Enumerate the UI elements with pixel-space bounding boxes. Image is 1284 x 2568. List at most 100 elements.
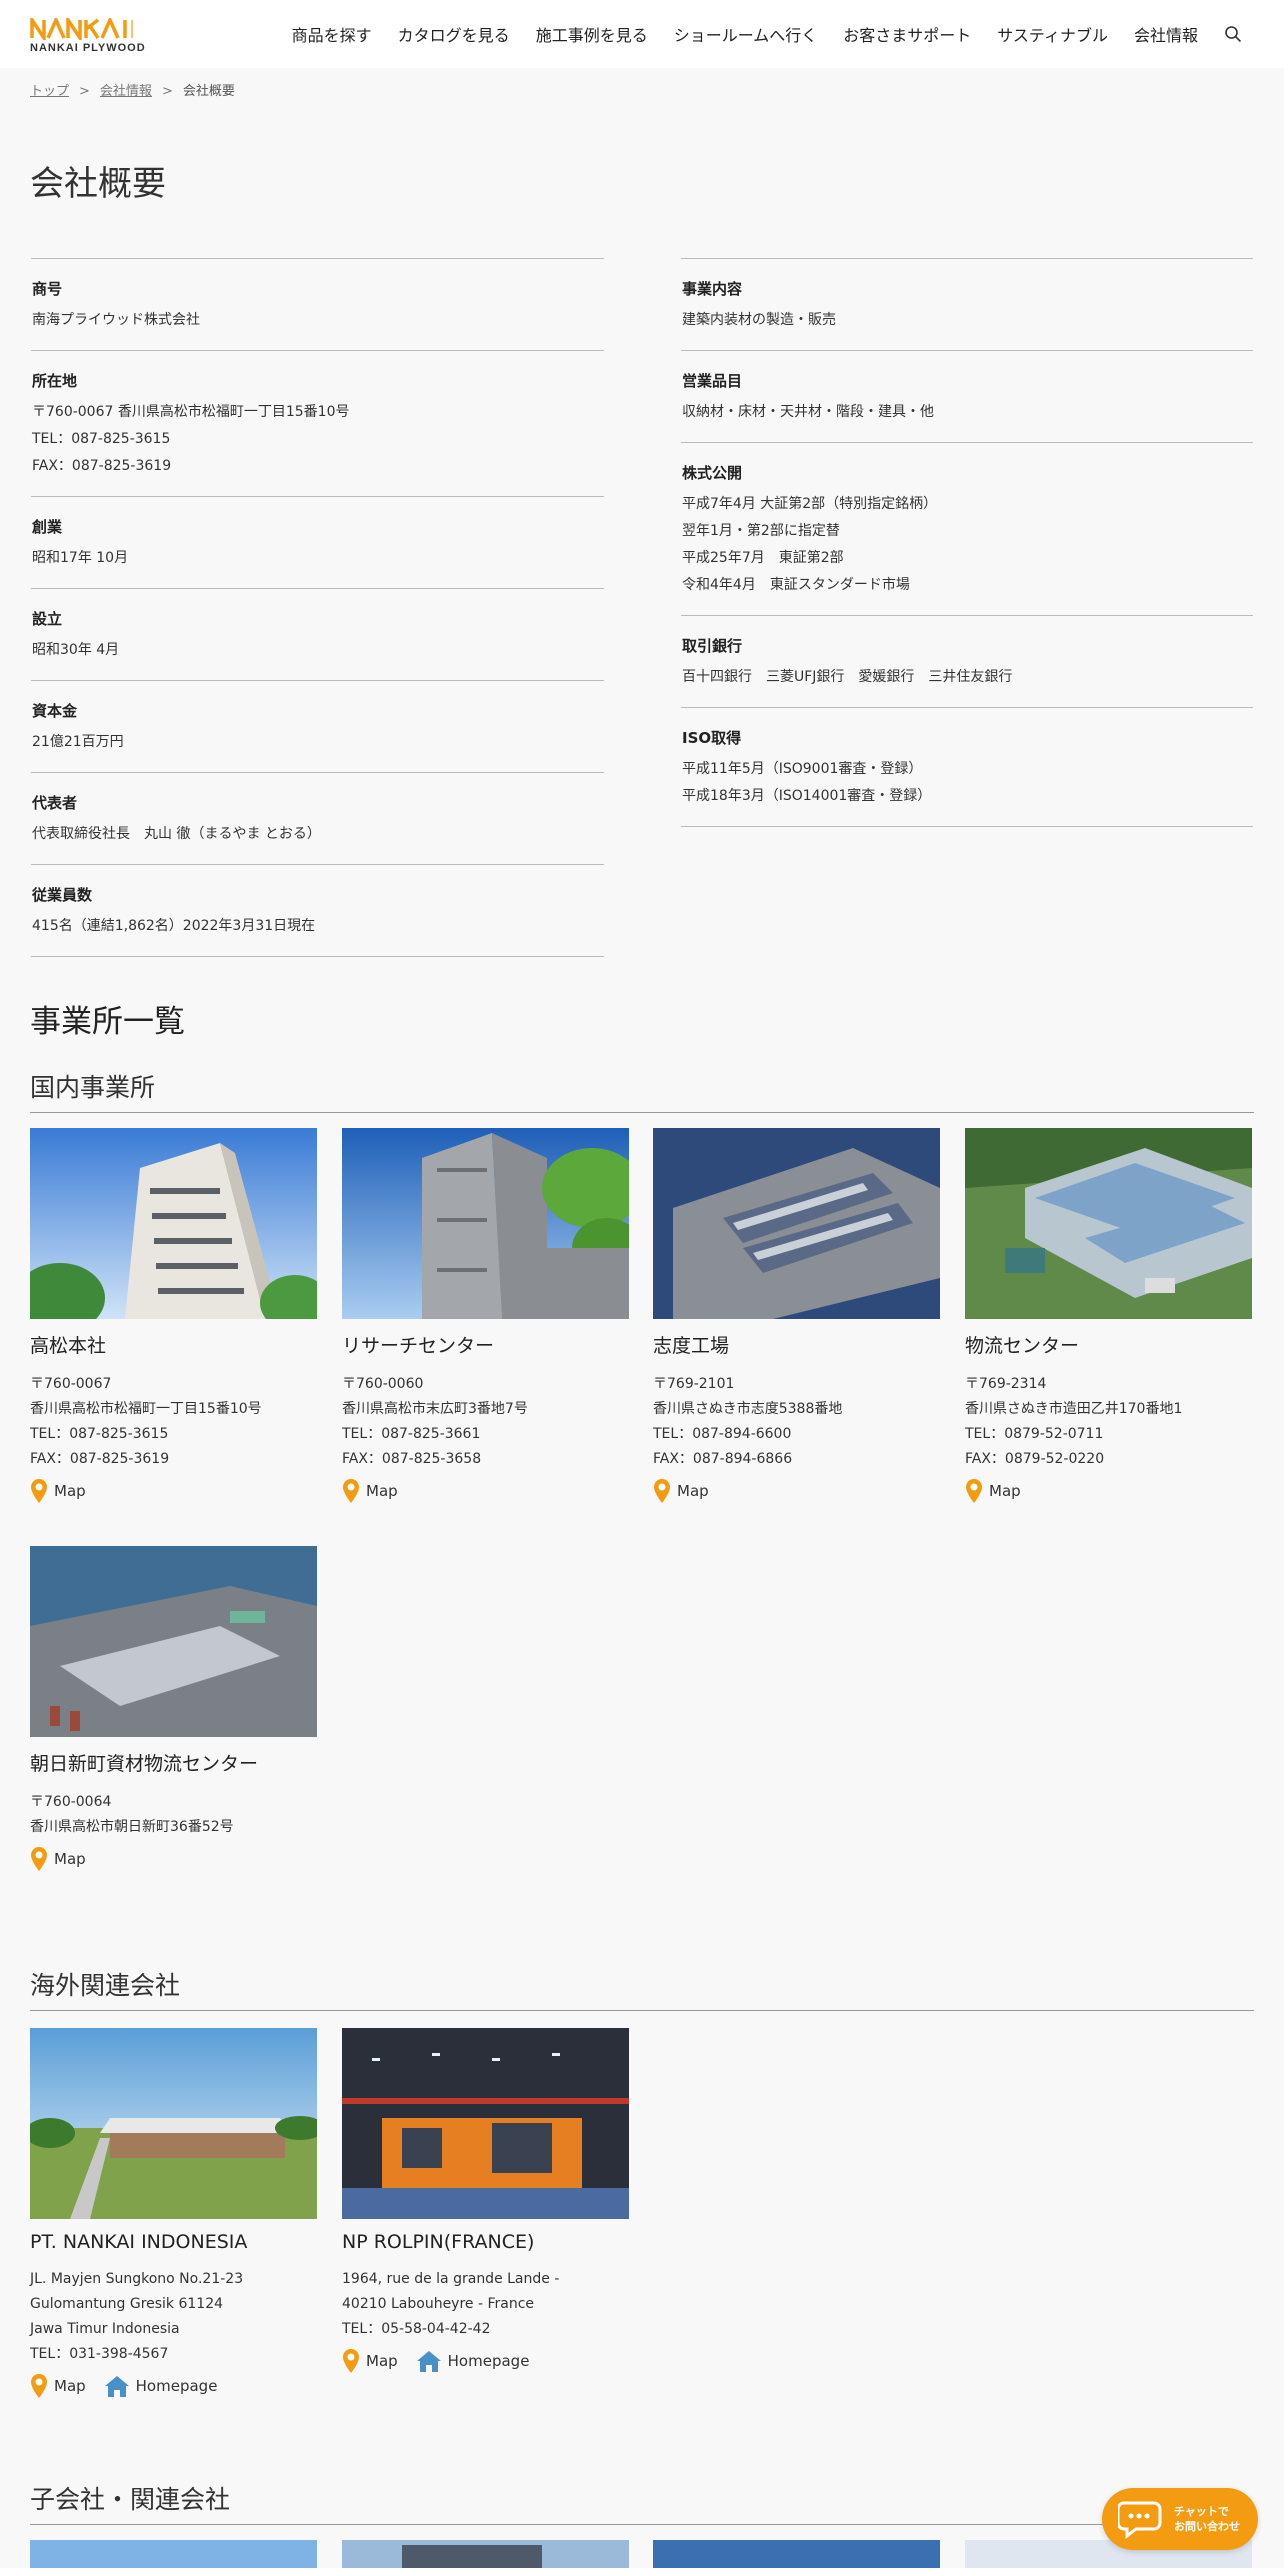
overseas-photo [342, 2028, 629, 2219]
logo-mark [30, 14, 133, 44]
search-icon[interactable] [1224, 25, 1242, 43]
subsidiaries-title: 子会社・関連会社 [30, 2480, 1254, 2525]
office-card: 高松本社 〒760-0067 香川県高松市松福町一丁目15番10号 TEL：08… [30, 1128, 317, 1504]
chat-button[interactable]: チャットで お問い合わせ [1102, 2488, 1258, 2550]
info-label: 営業品目 [682, 372, 743, 390]
office-address: 香川県さぬき市造田乙井170番地1 [965, 1401, 1183, 1417]
info-value: 翌年1月・第2部に指定替 [682, 523, 840, 539]
overseas-address: Jawa Timur Indonesia [30, 2321, 180, 2337]
info-label: 設立 [32, 610, 63, 628]
info-row-listing: 株式公開 平成7年4月 大証第2部（特別指定銘柄） 翌年1月・第2部に指定替 平… [681, 442, 1253, 615]
office-name: 物流センター [965, 1335, 1080, 1357]
map-link[interactable]: Map [30, 1478, 86, 1504]
homepage-link[interactable]: Homepage [104, 2374, 218, 2398]
info-value: 平成11年5月（ISO9001審査・登録） [682, 761, 923, 777]
info-value: 昭和30年 4月 [32, 642, 120, 658]
overseas-name: PT. NANKAI INDONESIA [30, 2231, 248, 2253]
overseas-card: PT. NANKAI INDONESIA JL. Mayjen Sungkono… [30, 2028, 317, 2399]
breadcrumb-top[interactable]: トップ [30, 84, 69, 99]
offices-title: 事業所一覧 [30, 1004, 185, 1040]
map-pin-icon [654, 1479, 670, 1503]
map-link[interactable]: Map [30, 2373, 86, 2399]
nav-showroom[interactable]: ショールームへ行く [674, 22, 818, 46]
office-address: 香川県高松市末広町3番地7号 [342, 1401, 528, 1417]
nav-company[interactable]: 会社情報 [1134, 22, 1198, 46]
map-label: Map [677, 1482, 709, 1500]
chat-icon [1118, 2501, 1162, 2539]
info-value: 建築内装材の製造・販売 [682, 312, 836, 328]
office-photo [30, 1128, 317, 1319]
office-photo [653, 1128, 940, 1319]
nav-catalog[interactable]: カタログを見る [398, 22, 510, 46]
card-links: Map Homepage [342, 2348, 629, 2374]
nav-cases[interactable]: 施工事例を見る [536, 22, 648, 46]
info-row-banks: 取引銀行 百十四銀行 三菱UFJ銀行 愛媛銀行 三井住友銀行 [681, 615, 1253, 707]
info-value: 代表取締役社長 丸山 徹（まるやま とおる） [32, 826, 321, 842]
map-pin-icon [31, 1847, 47, 1871]
info-value: 昭和17年 10月 [32, 550, 129, 566]
info-row-iso: ISO取得 平成11年5月（ISO9001審査・登録） 平成18年3月（ISO1… [681, 707, 1253, 827]
info-row-capital: 資本金 21億21百万円 [31, 680, 604, 772]
info-row-established: 設立 昭和30年 4月 [31, 588, 604, 680]
info-row-products: 営業品目 収納材・床材・天井材・階段・建具・他 [681, 350, 1253, 442]
overseas-tel: TEL：05-58-04-42-42 [342, 2321, 491, 2337]
office-card: 物流センター 〒769-2314 香川県さぬき市造田乙井170番地1 TEL：0… [965, 1128, 1252, 1504]
global-nav: 商品を探す カタログを見る 施工事例を見る ショールームへ行く お客さまサポート… [266, 0, 1242, 68]
info-label: 資本金 [32, 702, 78, 720]
chat-label: チャットで お問い合わせ [1174, 2504, 1240, 2534]
overseas-tel: TEL：031-398-4567 [30, 2346, 169, 2362]
office-address: 香川県高松市朝日新町36番52号 [30, 1819, 234, 1835]
office-name: 高松本社 [30, 1335, 107, 1357]
subsidiary-photo [653, 2540, 940, 2568]
chat-label-line2: お問い合わせ [1174, 2520, 1240, 2533]
card-links: Map [30, 1478, 317, 1504]
nav-support[interactable]: お客さまサポート [843, 22, 971, 46]
map-link[interactable]: Map [342, 1478, 398, 1504]
info-value: 415名（連結1,862名）2022年3月31日現在 [32, 918, 316, 934]
map-label: Map [989, 1482, 1021, 1500]
subsidiary-photo [342, 2540, 629, 2568]
office-name: リサーチセンター [342, 1335, 495, 1357]
info-value: 平成25年7月 東証第2部 [682, 550, 844, 566]
homepage-label: Homepage [135, 2377, 218, 2395]
map-link[interactable]: Map [653, 1478, 709, 1504]
info-label: 事業内容 [682, 280, 743, 298]
nav-products[interactable]: 商品を探す [292, 22, 372, 46]
nankai-logo[interactable]: NANKAI PLYWOOD [30, 14, 162, 54]
office-card: 志度工場 〒769-2101 香川県さぬき市志度5388番地 TEL：087-8… [653, 1128, 940, 1504]
info-row-employees: 従業員数 415名（連結1,862名）2022年3月31日現在 [31, 864, 604, 957]
domestic-title: 国内事業所 [30, 1068, 1254, 1113]
map-label: Map [366, 2352, 398, 2370]
breadcrumb: トップ > 会社情報 > 会社概要 [30, 80, 235, 99]
overseas-title: 海外関連会社 [30, 1966, 1254, 2011]
overseas-address: JL. Mayjen Sungkono No.21-23 [30, 2271, 244, 2287]
info-value: FAX：087-825-3619 [32, 458, 172, 474]
map-label: Map [366, 1482, 398, 1500]
office-name: 朝日新町資材物流センター [30, 1753, 259, 1775]
page-title: 会社概要 [30, 164, 166, 204]
map-link[interactable]: Map [342, 2348, 398, 2374]
map-link[interactable]: Map [965, 1478, 1021, 1504]
info-label: 取引銀行 [682, 637, 743, 655]
office-postal: 〒760-0067 [30, 1376, 112, 1392]
homepage-link[interactable]: Homepage [416, 2349, 529, 2373]
map-pin-icon [343, 2349, 359, 2373]
info-label: 創業 [32, 518, 63, 536]
office-postal: 〒760-0060 [342, 1376, 424, 1392]
office-address: 香川県さぬき市志度5388番地 [653, 1401, 843, 1417]
map-link[interactable]: Map [30, 1846, 86, 1872]
office-tel: TEL：087-825-3615 [30, 1426, 169, 1442]
overseas-photo [30, 2028, 317, 2219]
overseas-address: 40210 Labouheyre - France [342, 2296, 535, 2312]
nav-sustainable[interactable]: サスティナブル [997, 22, 1108, 46]
office-photo [30, 1546, 317, 1737]
card-links: Map [30, 1846, 317, 1872]
overseas-address: 1964, rue de la grande Lande - [342, 2271, 560, 2287]
info-value: 〒760-0067 香川県高松市松福町一丁目15番10号 [32, 404, 350, 420]
map-label: Map [54, 1482, 86, 1500]
breadcrumb-company[interactable]: 会社情報 [100, 84, 152, 99]
office-card: リサーチセンター 〒760-0060 香川県高松市末広町3番地7号 TEL：08… [342, 1128, 629, 1504]
breadcrumb-current: 会社概要 [182, 84, 235, 99]
info-row-address: 所在地 〒760-0067 香川県高松市松福町一丁目15番10号 TEL：087… [31, 350, 604, 496]
site-header: NANKAI PLYWOOD 商品を探す カタログを見る 施工事例を見る ショー… [0, 0, 1284, 68]
